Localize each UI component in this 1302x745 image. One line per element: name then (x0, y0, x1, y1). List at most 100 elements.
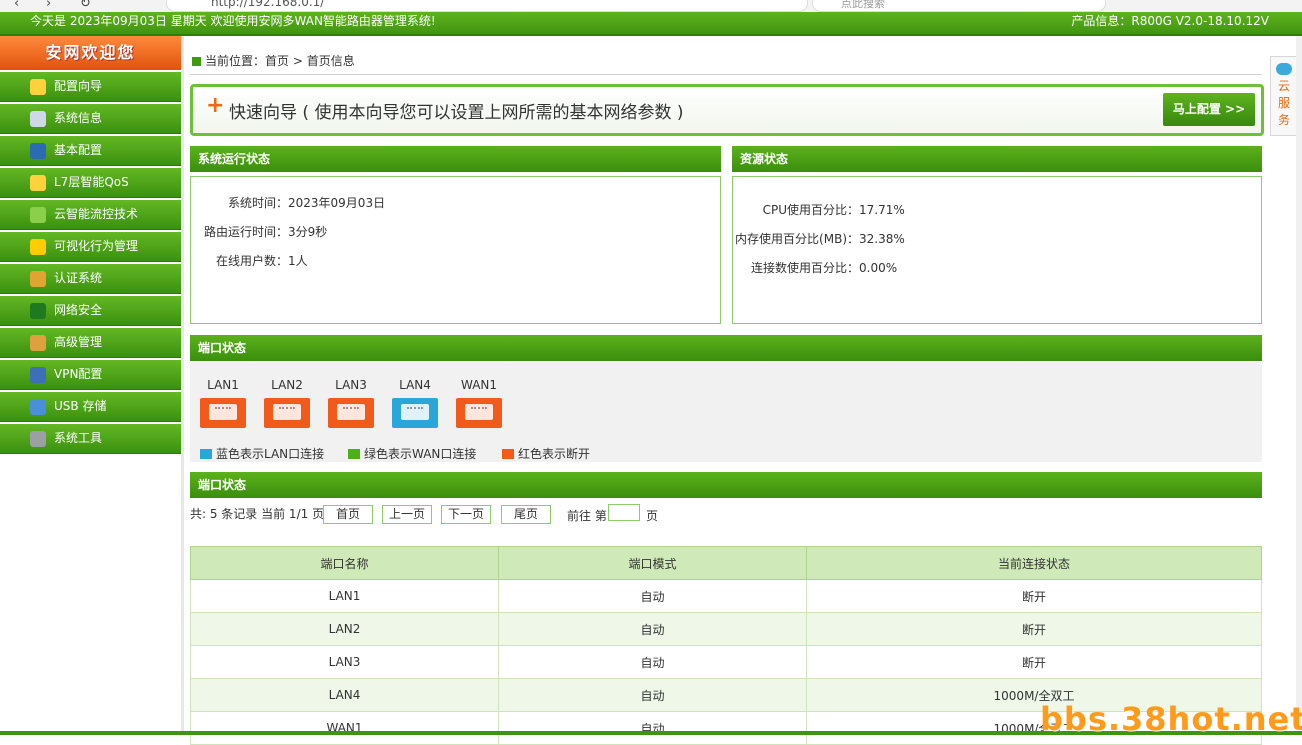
port-name: LAN3 (335, 378, 367, 392)
port-status-header: 端口状态 (190, 335, 1262, 361)
reload-icon[interactable]: ↻ (80, 0, 91, 11)
legend-wan: 绿色表示WAN口连接 (348, 445, 476, 462)
cloud-label-2: 服 (1277, 96, 1290, 110)
browser-toolbar: ‹ › ↻ http://192.168.0.1/ 点此搜索 (0, 0, 1302, 12)
address-text: http://192.168.0.1/ (211, 0, 325, 9)
memory-row: 内存使用百分比(MB)：32.38% (732, 230, 905, 247)
port-socket (337, 404, 365, 420)
table-cell: 自动 (498, 678, 807, 712)
port-name: LAN2 (271, 378, 303, 392)
connections-value: 0.00% (859, 261, 898, 275)
table-cell: WAN1 (190, 711, 499, 745)
sidebar-item-label: 系统信息 (54, 111, 103, 125)
memory-value: 32.38% (859, 232, 905, 246)
date-greeting: 今天是 2023年09月03日 星期天 欢迎使用安网多WAN智能路由器管理系统! (30, 14, 436, 28)
plus-icon: + (206, 93, 225, 118)
monitor-icon (30, 143, 46, 159)
lightbulb-icon (30, 79, 46, 95)
sidebar-item-label: 基本配置 (54, 143, 103, 157)
sidebar-item-7[interactable]: 认证系统 (0, 264, 181, 294)
breadcrumb-prefix: 当前位置： (205, 54, 266, 68)
sidebar-item-1[interactable]: 配置向导 (0, 72, 181, 102)
legend-disconnected-label: 红色表示断开 (518, 447, 591, 461)
sidebar-item-12[interactable]: 系统工具 (0, 424, 181, 454)
table-cell: 自动 (498, 711, 807, 745)
uptime-value: 3分9秒 (288, 225, 328, 239)
port-table-header: 端口状态 (190, 472, 1262, 498)
ethernet-port-icon (264, 398, 310, 428)
table-row: LAN1 自动 断开 (190, 579, 1262, 613)
memory-label: 内存使用百分比(MB)： (735, 232, 859, 246)
port-lan1: LAN1 (200, 378, 246, 428)
configure-now-button[interactable]: 马上配置 >> (1163, 93, 1255, 126)
globe-icon (30, 367, 46, 383)
legend-lan-label: 蓝色表示LAN口连接 (216, 447, 325, 461)
sidebar-item-label: 认证系统 (54, 271, 103, 285)
scrollbar[interactable] (1296, 36, 1302, 731)
column-port-mode: 端口模式 (498, 546, 807, 580)
sidebar-item-3[interactable]: 基本配置 (0, 136, 181, 166)
goto-page-input[interactable] (608, 504, 640, 521)
prev-page-button[interactable]: 上一页 (382, 505, 432, 524)
top-header: 今天是 2023年09月03日 星期天 欢迎使用安网多WAN智能路由器管理系统!… (0, 12, 1302, 36)
wrench-icon (30, 431, 46, 447)
next-page-button[interactable]: 下一页 (441, 505, 491, 524)
watermark: bbs.38hot.net (1040, 700, 1302, 738)
cpu-value: 17.71% (859, 203, 905, 217)
table-cell: LAN4 (190, 678, 499, 712)
forward-icon[interactable]: › (46, 0, 51, 11)
system-time-value: 2023年09月03日 (288, 196, 386, 210)
resource-status-panel (732, 176, 1262, 324)
sidebar-item-4[interactable]: L7层智能QoS (0, 168, 181, 198)
ethernet-port-icon (200, 398, 246, 428)
back-icon[interactable]: ‹ (14, 0, 19, 11)
system-time-row: 系统时间：2023年09月03日 (190, 194, 385, 211)
last-page-button[interactable]: 尾页 (501, 505, 551, 524)
column-connection-state: 当前连接状态 (806, 546, 1262, 580)
search-placeholder: 点此搜索 (841, 0, 885, 10)
online-users-row: 在线用户数：1人 (190, 252, 308, 269)
warning-icon (30, 239, 46, 255)
sidebar-item-label: 高级管理 (54, 335, 103, 349)
legend-swatch-blue (200, 449, 212, 459)
table-cell: 断开 (806, 612, 1262, 646)
table-cell: 断开 (806, 645, 1262, 679)
port-name: LAN4 (399, 378, 431, 392)
tools-icon (30, 335, 46, 351)
sidebar-item-9[interactable]: 高级管理 (0, 328, 181, 358)
sidebar-item-6[interactable]: 可视化行为管理 (0, 232, 181, 262)
divider (190, 74, 1262, 75)
legend-wan-label: 绿色表示WAN口连接 (364, 447, 477, 461)
port-socket (465, 404, 493, 420)
product-info: 产品信息：R800G V2.0-18.10.12V (1071, 14, 1269, 28)
browser-search-box[interactable]: 点此搜索 (812, 0, 1106, 12)
first-page-button[interactable]: 首页 (323, 505, 373, 524)
sidebar-item-8[interactable]: 网络安全 (0, 296, 181, 326)
port-socket (209, 404, 237, 420)
sidebar-item-2[interactable]: 系统信息 (0, 104, 181, 134)
goto-suffix: 页 (646, 509, 659, 523)
legend-swatch-red (502, 449, 514, 459)
sidebar-item-11[interactable]: USB 存储 (0, 392, 181, 422)
ethernet-port-icon (328, 398, 374, 428)
breadcrumb-path: 首页 > 首页信息 (265, 54, 355, 68)
legend-swatch-green (348, 449, 360, 459)
calendar-icon (30, 111, 46, 127)
cloud-service-widget[interactable]: 云 服 务 (1270, 56, 1298, 136)
sidebar-item-10[interactable]: VPN配置 (0, 360, 181, 390)
quick-guide-text: 快速向导 ( 使用本向导您可以设置上网所需的基本网络参数 ) (229, 103, 684, 123)
goto-prefix: 前往 第 (567, 509, 607, 523)
legend-disconnected: 红色表示断开 (502, 445, 590, 462)
sidebar-item-5[interactable]: 云智能流控技术 (0, 200, 181, 230)
ethernet-port-icon (456, 398, 502, 428)
sidebar-item-label: VPN配置 (54, 367, 103, 381)
table-cell: LAN3 (190, 645, 499, 679)
table-cell: LAN1 (190, 579, 499, 613)
port-lan3: LAN3 (328, 378, 374, 428)
ethernet-port-icon (392, 398, 438, 428)
table-cell: LAN2 (190, 612, 499, 646)
port-lan2: LAN2 (264, 378, 310, 428)
cpu-label: CPU使用百分比： (762, 203, 859, 217)
address-bar[interactable]: http://192.168.0.1/ (166, 0, 808, 12)
breadcrumb: 当前位置：首页 > 首页信息 (192, 52, 355, 69)
